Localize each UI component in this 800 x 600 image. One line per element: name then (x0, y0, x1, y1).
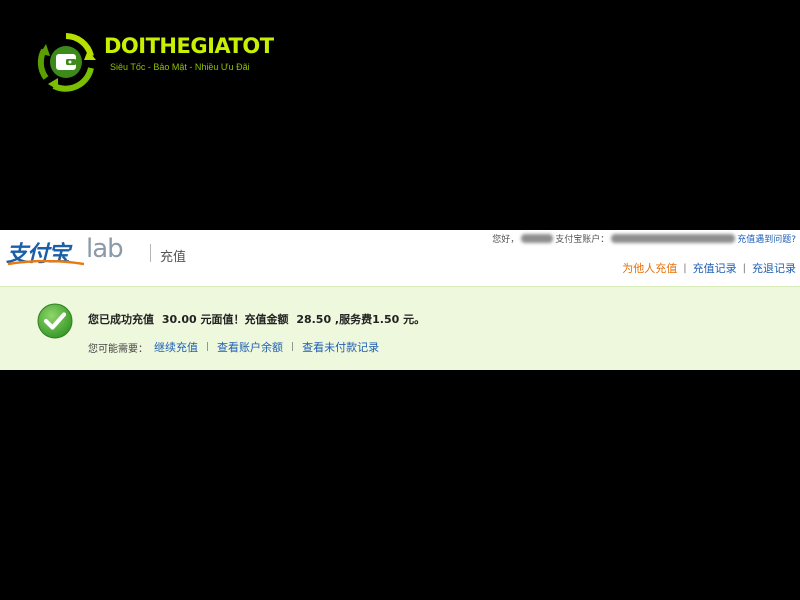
help-link[interactable]: 充值遇到问题? (737, 232, 796, 245)
account-bar: 您好， 支付宝账户： 充值遇到问题? (492, 232, 796, 245)
view-balance-link[interactable]: 查看账户余额 (217, 339, 283, 355)
redacted-username (521, 234, 554, 243)
brand-divider (150, 244, 151, 262)
recharge-nav: 为他人充值 | 充值记录 | 充退记录 (622, 260, 796, 276)
success-panel: 您已成功充值 30.00 元面值！充值金额 28.50 ,服务费1.50 元。 … (0, 286, 800, 370)
brand-swoosh-icon (8, 260, 84, 266)
checkmark-circle-icon (37, 303, 73, 339)
redacted-account (611, 234, 736, 243)
brand-logo: 支付宝 lab 充值 (4, 232, 204, 272)
watermark-title: DOITHEGIATOT (104, 34, 274, 58)
refund-history-link[interactable]: 充退记录 (752, 260, 796, 276)
continue-recharge-link[interactable]: 继续充值 (154, 339, 198, 355)
success-message-part: 您已成功充值 (88, 313, 154, 326)
watermark-slogan: Siêu Tốc - Bảo Mật - Nhiều Ưu Đãi (110, 62, 250, 72)
screen: DOITHEGIATOT Siêu Tốc - Bảo Mật - Nhiều … (0, 0, 800, 600)
nav-separator: | (742, 262, 746, 274)
next-actions-label: 您可能需要： (88, 343, 148, 355)
success-message: 您已成功充值 30.00 元面值！充值金额 28.50 ,服务费1.50 元。 (88, 311, 429, 327)
brand-lab: lab (86, 234, 124, 264)
success-message-part: 28.50 ,服务费1.50 元。 (296, 313, 426, 326)
wallet-recycle-icon (37, 33, 96, 92)
recharge-history-link[interactable]: 充值记录 (693, 260, 737, 276)
account-label: 支付宝账户： (555, 235, 610, 245)
recharge-for-others-link[interactable]: 为他人充值 (622, 260, 677, 276)
success-message-part: 30.00 元面值！充值金额 (161, 313, 289, 326)
nav-separator: | (683, 262, 687, 274)
action-separator: | (206, 342, 210, 352)
action-separator: | (291, 342, 295, 352)
page-title: 充值 (160, 250, 187, 265)
recharge-result-page: 支付宝 lab 充值 您好， 支付宝账户： 充值遇到问题? 为他人充值 | 充值… (0, 230, 800, 370)
view-unpaid-link[interactable]: 查看未付款记录 (302, 339, 379, 355)
greeting-text: 您好， (492, 235, 520, 245)
watermark-logo: DOITHEGIATOT Siêu Tốc - Bảo Mật - Nhiều … (34, 30, 284, 94)
next-actions: 您可能需要： 继续充值 | 查看账户余额 | 查看未付款记录 (88, 339, 379, 355)
